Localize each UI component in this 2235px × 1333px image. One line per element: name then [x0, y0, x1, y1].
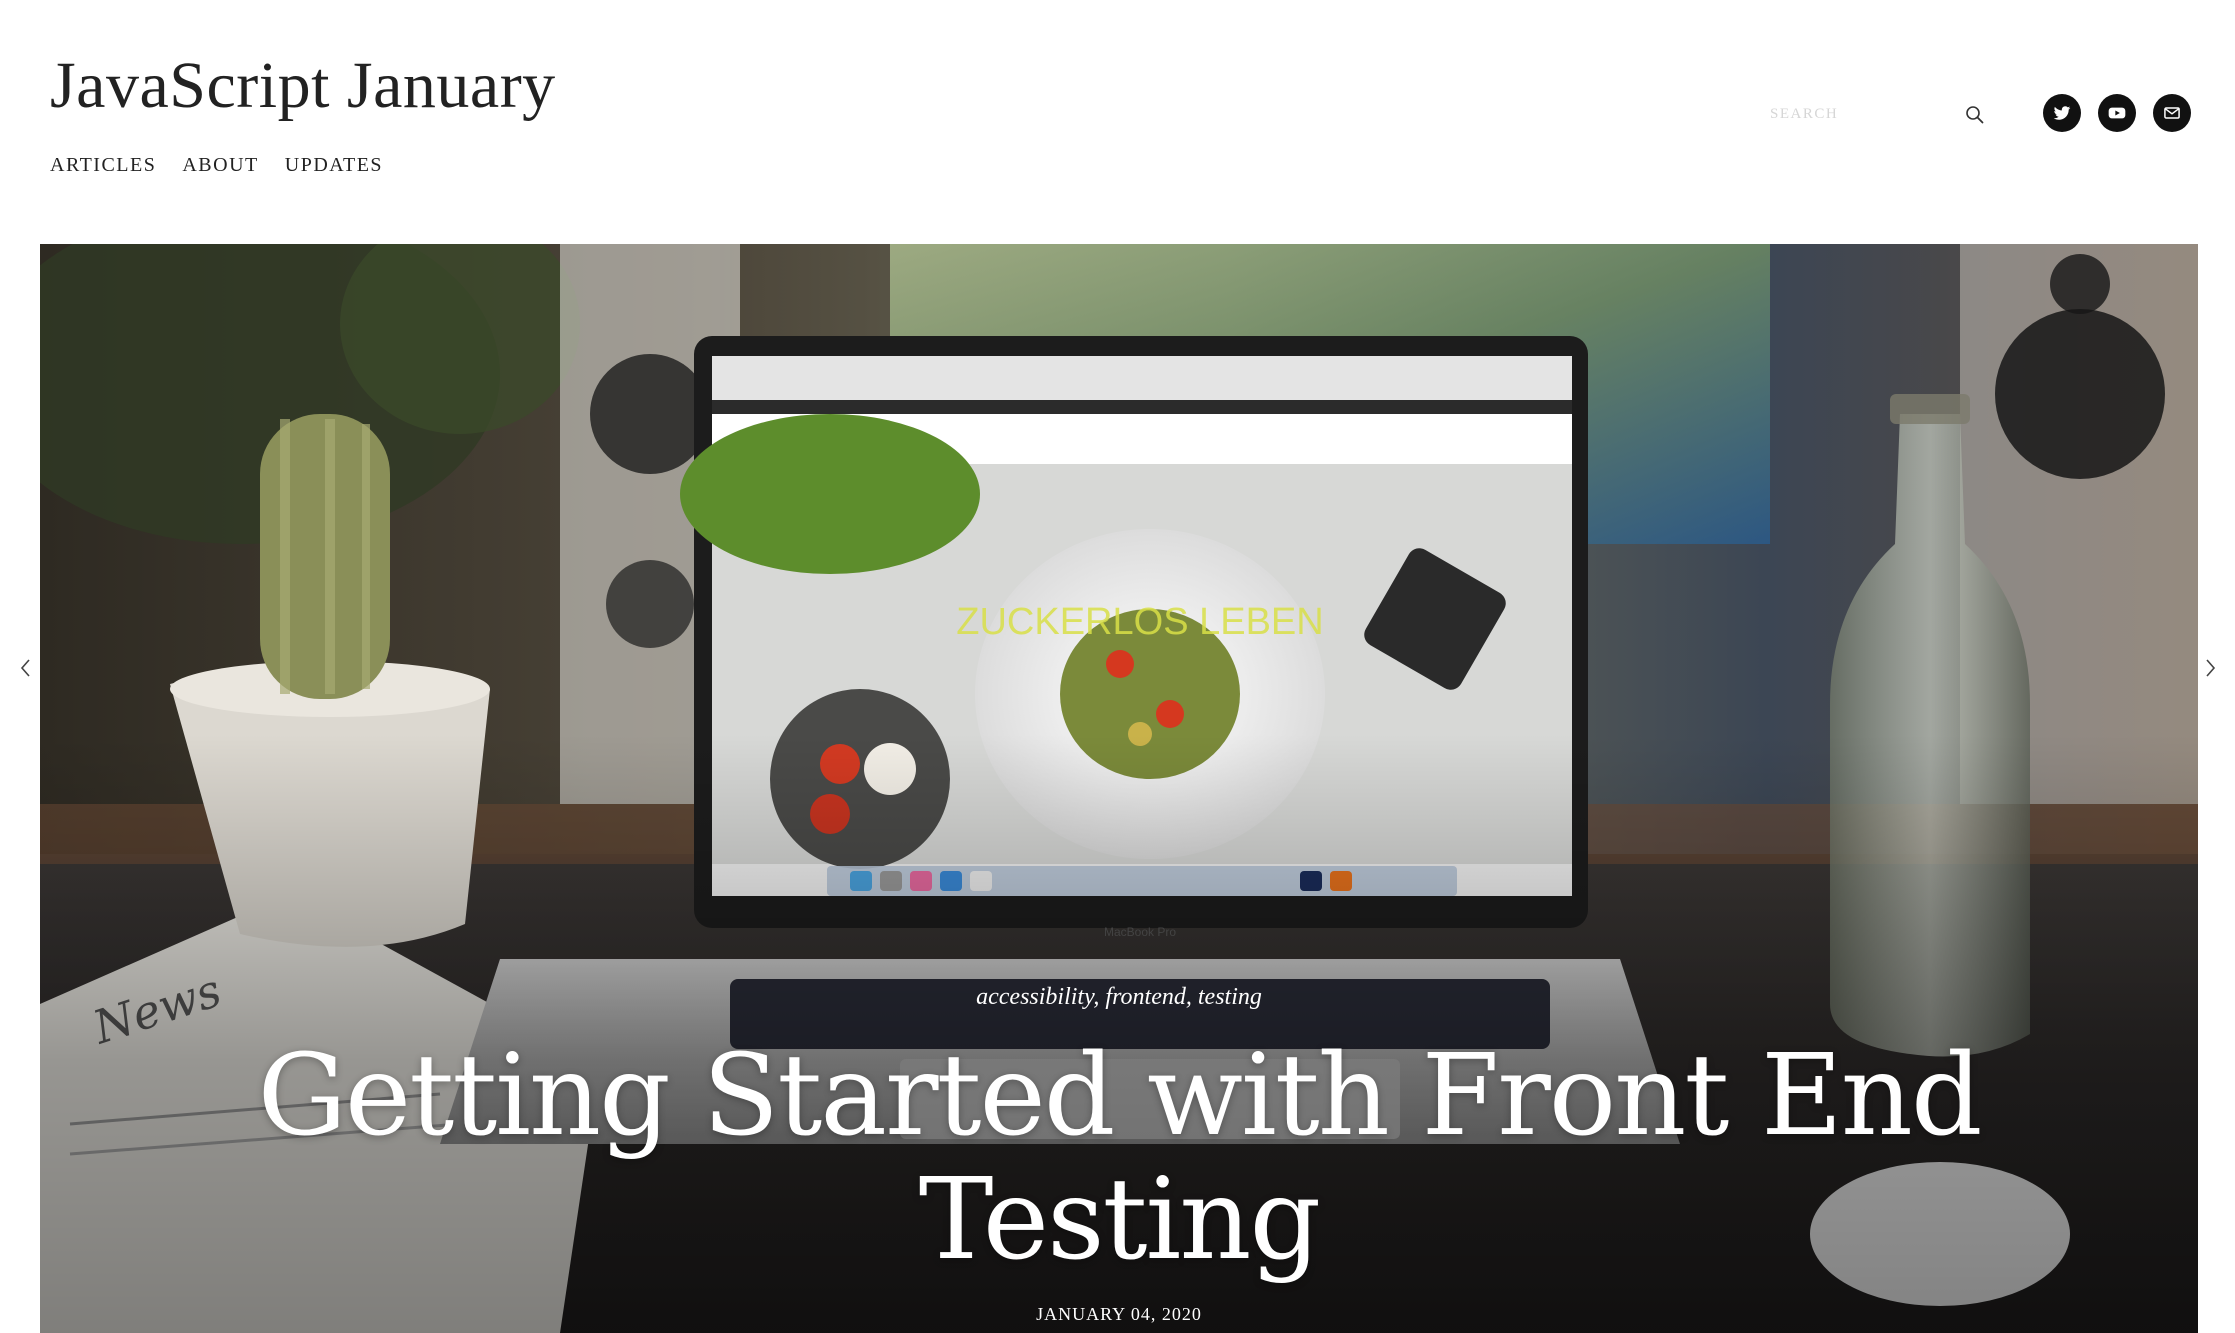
chevron-left-icon[interactable] [16, 656, 36, 680]
nav-item-about[interactable]: ABOUT [182, 152, 258, 178]
svg-text:ZUCKERLOS LEBEN: ZUCKERLOS LEBEN [956, 601, 1323, 643]
twitter-icon[interactable] [2043, 94, 2081, 132]
search-input[interactable] [1770, 98, 1950, 130]
youtube-icon[interactable] [2098, 94, 2136, 132]
post-tags: accessibility, frontend, testing [40, 982, 2198, 1012]
social-links [2043, 94, 2191, 132]
page: JavaScript January ARTICLES ABOUT UPDATE… [0, 0, 2235, 1333]
mail-icon[interactable] [2153, 94, 2191, 132]
svg-text:MacBook Pro: MacBook Pro [1104, 925, 1176, 939]
site-title[interactable]: JavaScript January [50, 44, 556, 128]
nav-item-articles[interactable]: ARTICLES [50, 152, 156, 178]
chevron-right-icon[interactable] [2200, 656, 2220, 680]
hero-featured-post[interactable]: News ZUCKERLOS LEBEN MacBook Pro accessi… [40, 244, 2198, 1333]
main-nav: ARTICLES ABOUT UPDATES [50, 152, 383, 178]
nav-item-updates[interactable]: UPDATES [285, 152, 383, 178]
search-icon[interactable] [1964, 104, 1986, 126]
post-title[interactable]: Getting Started with Front End Testing [220, 1034, 2018, 1282]
post-date: JANUARY 04, 2020 [1036, 1304, 1202, 1324]
post-tag-list[interactable]: accessibility, frontend, testing [976, 984, 1262, 1010]
search-form [1770, 98, 1988, 132]
